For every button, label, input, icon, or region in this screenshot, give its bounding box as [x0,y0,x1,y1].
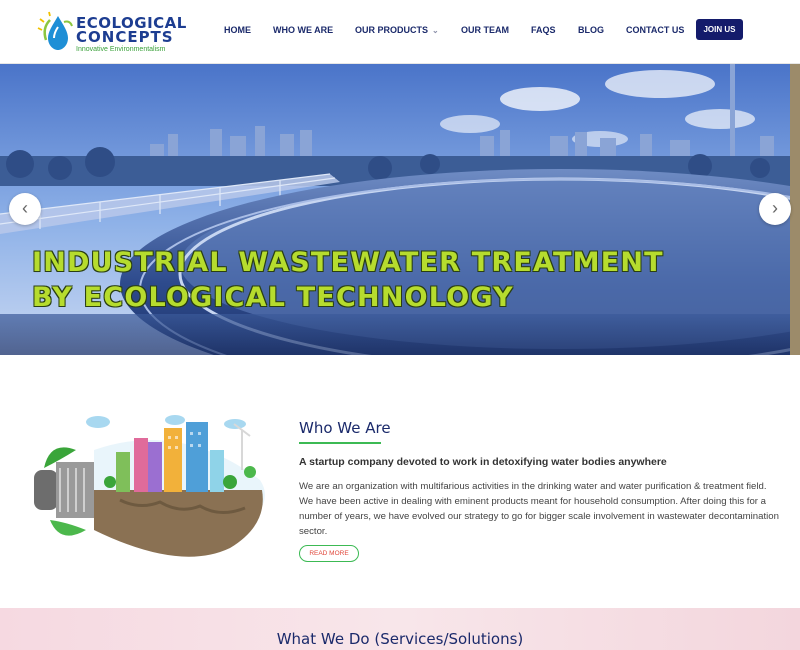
chevron-right-icon: › [772,198,778,218]
logo[interactable]: ECOLOGICAL CONCEPTS Innovative Environme… [36,8,186,58]
nav-our-products[interactable]: OUR PRODUCTS ⌄ [355,19,439,41]
who-we-are-title: Who We Are [299,419,391,437]
read-more-button[interactable]: READ MORE [299,545,359,562]
brand-name-line2: CONCEPTS [76,28,174,46]
nav-blog[interactable]: BLOG [578,19,604,41]
nav-faqs-label: FAQS [531,25,556,35]
title-underline [299,442,381,444]
join-us-button[interactable]: JOIN US [696,19,743,40]
who-we-are-subtitle: A startup company devoted to work in det… [299,456,667,468]
chevron-down-icon: ⌄ [432,26,439,35]
hero-title-line2: BY ECOLOGICAL TECHNOLOGY [32,282,514,313]
brand-tagline: Innovative Environmentalism [76,46,166,53]
nav-who-we-are-label: WHO WE ARE [273,25,334,35]
hero-title-line1: INDUSTRIAL WASTEWATER TREATMENT [32,247,664,278]
slider-prev-button[interactable]: ‹ [9,193,41,225]
nav-who-we-are[interactable]: WHO WE ARE [273,19,333,41]
nav-our-team-label: OUR TEAM [461,25,509,35]
site-header: ECOLOGICAL CONCEPTS Innovative Environme… [0,0,800,64]
services-section: What We Do (Services/Solutions) [0,608,800,650]
nav-our-team[interactable]: OUR TEAM [461,19,509,41]
slider-next-button[interactable]: › [759,193,791,225]
water-drop-logo-icon [37,11,73,50]
who-we-are-description: We are an organization with multifarious… [299,481,779,537]
nav-faqs[interactable]: FAQS [531,19,556,41]
nav-blog-label: BLOG [578,25,604,35]
nav-home-label: HOME [224,25,251,35]
nav-contact-us-label: CONTACT US [626,25,685,35]
nav-our-products-label: OUR PRODUCTS [355,25,429,35]
nav-contact-us[interactable]: CONTACT US [626,19,684,41]
services-title: What We Do (Services/Solutions) [276,630,524,648]
eco-lightbulb-illustration [34,415,265,557]
nav-home[interactable]: HOME [224,19,251,41]
hero-slider: INDUSTRIAL WASTEWATER TREATMENT BY ECOLO… [0,64,800,355]
chevron-left-icon: ‹ [22,198,28,218]
